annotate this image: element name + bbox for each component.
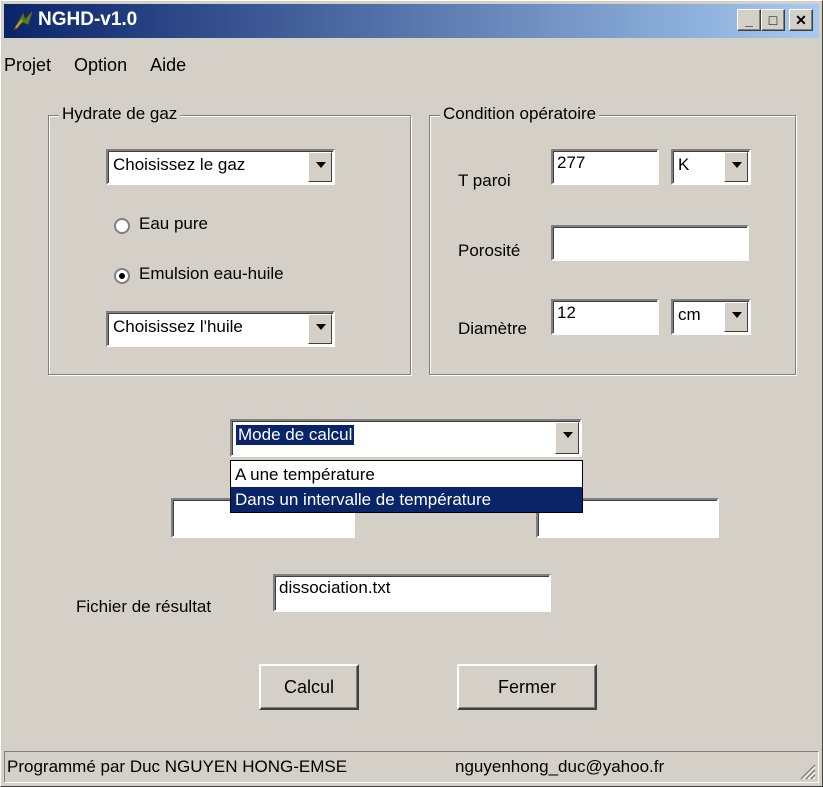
- t-paroi-label: T paroi: [458, 171, 511, 190]
- oil-select[interactable]: Choisissez l'huile: [106, 311, 335, 347]
- mode-dropdown-list: A une température Dans un intervalle de …: [230, 460, 583, 513]
- radio-pure-water[interactable]: [114, 218, 130, 234]
- result-file-input[interactable]: dissociation.txt: [273, 574, 551, 612]
- mode-option-single-temperature[interactable]: A une température: [231, 462, 582, 487]
- window-title: NGHD-v1.0: [38, 9, 138, 30]
- gas-select-value: Choisissez le gaz: [113, 155, 246, 174]
- menu-bar: Projet Option Aide: [4, 55, 196, 81]
- porosity-input[interactable]: [551, 225, 749, 261]
- chevron-down-icon[interactable]: [308, 152, 332, 182]
- mode-select-value: Mode de calcul: [236, 425, 355, 445]
- hydrate-group-title: Hydrate de gaz: [59, 104, 181, 124]
- chevron-down-icon[interactable]: [555, 422, 579, 454]
- result-file-label: Fichier de résultat: [76, 597, 212, 616]
- status-bar: Programmé par Duc NGUYEN HONG-EMSE nguye…: [4, 751, 819, 783]
- mode-select[interactable]: Mode de calcul: [230, 419, 582, 457]
- close-button[interactable]: ✕: [789, 9, 813, 31]
- chevron-down-icon[interactable]: [724, 302, 748, 332]
- radio-pure-water-label: Eau pure: [139, 214, 208, 233]
- chevron-down-icon[interactable]: [308, 314, 332, 344]
- menu-aide[interactable]: Aide: [150, 55, 186, 75]
- porosity-label: Porosité: [458, 241, 521, 260]
- maximize-button[interactable]: □: [761, 9, 785, 31]
- status-author: Programmé par Duc NGUYEN HONG-EMSE: [7, 757, 348, 776]
- chevron-down-icon[interactable]: [724, 152, 748, 182]
- title-bar[interactable]: NGHD-v1.0 _ □ ✕: [4, 4, 819, 38]
- status-email: nguyenhong_duc@yahoo.fr: [455, 757, 665, 776]
- radio-emulsion[interactable]: [114, 268, 130, 284]
- fermer-button[interactable]: Fermer: [457, 664, 597, 710]
- mode-option-temperature-range[interactable]: Dans un intervalle de température: [231, 487, 582, 512]
- calcul-button[interactable]: Calcul: [259, 664, 359, 710]
- diameter-label: Diamètre: [458, 319, 527, 338]
- condition-group-title: Condition opératoire: [440, 104, 600, 124]
- menu-projet[interactable]: Projet: [4, 55, 51, 75]
- minimize-button[interactable]: _: [737, 9, 761, 31]
- t-unit-select[interactable]: K: [671, 149, 751, 185]
- resize-grip-icon[interactable]: [800, 764, 816, 780]
- radio-emulsion-label: Emulsion eau-huile: [139, 264, 284, 283]
- app-leaf-icon: [13, 11, 33, 31]
- gas-select[interactable]: Choisissez le gaz: [106, 149, 335, 185]
- app-window: NGHD-v1.0 _ □ ✕ Projet Option Aide Hydra…: [0, 0, 823, 787]
- diameter-unit-value: cm: [678, 305, 701, 324]
- menu-option[interactable]: Option: [74, 55, 127, 75]
- diameter-unit-select[interactable]: cm: [671, 299, 751, 335]
- diameter-input[interactable]: 12: [551, 299, 659, 335]
- oil-select-value: Choisissez l'huile: [113, 317, 243, 336]
- t-paroi-input[interactable]: 277: [551, 149, 659, 185]
- t-unit-value: K: [678, 155, 690, 174]
